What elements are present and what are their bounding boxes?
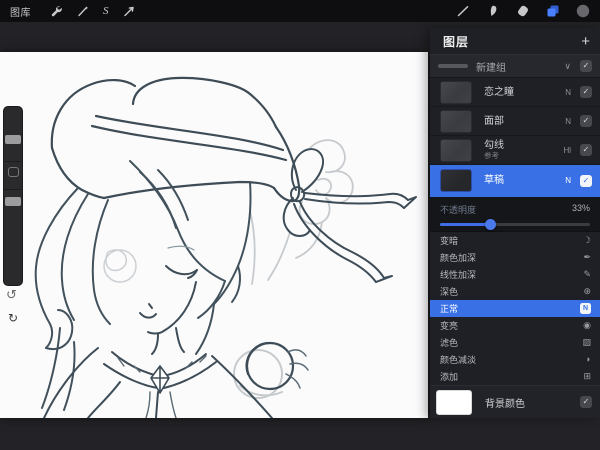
artwork-sketch <box>34 76 417 418</box>
layer-row[interactable]: 面部 N ✓ <box>430 107 600 136</box>
layer-row[interactable]: 恋之瞳 N ✓ <box>430 78 600 107</box>
layer-name: 草稿 <box>484 175 504 186</box>
panel-title: 图层 <box>443 34 470 49</box>
smudge-finger-icon[interactable] <box>486 4 500 18</box>
opacity-slider-knob[interactable] <box>484 219 496 230</box>
crescent-moon-icon: ☽ <box>582 235 591 245</box>
undo-icon[interactable]: ↺ <box>6 288 17 301</box>
layer-blend-mode-button[interactable]: N <box>565 176 571 185</box>
add-icon: ⊞ <box>583 371 591 381</box>
selection-tool-icon[interactable]: S <box>103 5 109 17</box>
group-visibility-checkbox[interactable]: ✓ <box>580 60 592 72</box>
blend-mode-add[interactable]: 添加 ⊞ <box>430 368 600 385</box>
background-layer-name: 背景颜色 <box>485 398 525 410</box>
layer-row[interactable]: 勾线 参考 Hl ✓ <box>430 136 600 165</box>
opacity-slider-fill <box>440 223 490 226</box>
darker-color-icon: ⊕ <box>583 286 591 296</box>
eraser-tool-icon[interactable] <box>516 4 530 18</box>
layers-panel-header: 图层 + <box>430 28 600 54</box>
blend-mode-linear-burn[interactable]: 线性加深 ✎ <box>430 266 600 283</box>
layer-visibility-checkbox[interactable]: ✓ <box>580 86 592 98</box>
layer-blend-mode-button[interactable]: N <box>565 117 571 126</box>
blend-mode-screen[interactable]: 滤色 ▨ <box>430 334 600 351</box>
group-stack-icon <box>438 64 468 68</box>
opacity-label: 不透明度 <box>440 205 477 215</box>
layer-blend-mode-button[interactable]: N <box>565 88 571 97</box>
lighten-icon: ◉ <box>583 320 591 330</box>
layer-blend-mode-button[interactable]: Hl <box>563 146 571 155</box>
blend-mode-color-burn[interactable]: 颜色加深 ✒ <box>430 249 600 266</box>
blend-mode-darker-color[interactable]: 深色 ⊕ <box>430 283 600 300</box>
actions-wrench-icon[interactable] <box>49 4 63 18</box>
linear-burn-icon: ✎ <box>583 269 591 279</box>
background-layer-row[interactable]: 背景颜色 ✓ <box>430 385 600 418</box>
color-burn-icon: ✒ <box>583 252 591 262</box>
screen-icon: ▨ <box>582 337 591 347</box>
layer-name: 面部 <box>484 115 504 127</box>
redo-icon[interactable]: ↻ <box>8 312 18 324</box>
gallery-button[interactable]: 图库 <box>10 4 31 19</box>
layer-group-row[interactable]: 新建组 ∨ ✓ <box>430 54 600 78</box>
add-layer-button[interactable]: + <box>581 34 590 49</box>
brush-tool-icon[interactable] <box>456 4 470 18</box>
opacity-value: 33% <box>571 203 590 213</box>
adjustments-wand-icon[interactable] <box>76 4 90 18</box>
blend-mode-lighten[interactable]: 变亮 ◉ <box>430 317 600 334</box>
layer-thumbnail <box>440 169 472 192</box>
background-visibility-checkbox[interactable]: ✓ <box>580 396 592 408</box>
layers-panel: 图层 + 新建组 ∨ ✓ 恋之瞳 N ✓ 面部 N ✓ 勾线 参考 Hl ✓ 草… <box>430 28 600 418</box>
layer-thumbnail <box>440 138 472 162</box>
canvas[interactable] <box>0 52 428 418</box>
layer-thumbnail <box>440 80 472 104</box>
blend-mode-darken[interactable]: 变暗 ☽ <box>430 232 600 249</box>
normal-blend-icon: N <box>580 303 591 314</box>
blend-mode-list: 变暗 ☽ 颜色加深 ✒ 线性加深 ✎ 深色 ⊕ 正常 N 变亮 ◉ 滤色 ▨ 颜… <box>430 232 600 385</box>
brush-size-slider[interactable] <box>5 135 21 144</box>
layers-panel-icon[interactable] <box>546 4 560 18</box>
layer-visibility-checkbox[interactable]: ✓ <box>580 115 592 127</box>
brush-sidebar <box>3 106 23 286</box>
opacity-section: 不透明度 33% <box>430 197 600 232</box>
layer-visibility-checkbox[interactable]: ✓ <box>580 174 592 187</box>
layer-thumbnail <box>440 109 472 133</box>
transform-arrow-icon[interactable] <box>122 4 136 18</box>
color-swatch-icon[interactable] <box>576 4 590 18</box>
layer-reference-badge: 参考 <box>484 151 499 160</box>
background-color-thumbnail[interactable] <box>436 389 472 415</box>
layer-visibility-checkbox[interactable]: ✓ <box>580 144 592 156</box>
chevron-down-icon[interactable]: ∨ <box>564 61 571 72</box>
layer-name: 恋之瞳 <box>484 86 514 98</box>
opacity-slider[interactable] <box>440 219 590 230</box>
brush-opacity-slider[interactable] <box>5 197 21 206</box>
group-name: 新建组 <box>476 62 506 74</box>
color-dodge-icon: ◗ <box>585 354 591 364</box>
layer-row-selected[interactable]: 草稿 N ✓ <box>430 165 600 197</box>
blend-mode-normal-selected[interactable]: 正常 N <box>430 300 600 317</box>
top-toolbar: 图库 S <box>0 0 600 22</box>
layer-name: 勾线 <box>484 140 504 151</box>
modify-button[interactable] <box>8 167 19 177</box>
blend-mode-color-dodge[interactable]: 颜色减淡 ◗ <box>430 351 600 368</box>
